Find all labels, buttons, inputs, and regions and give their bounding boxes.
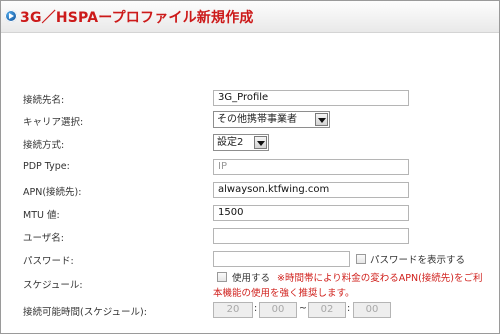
username-label: ユーザ名: bbox=[23, 233, 65, 244]
page-title: 3G／HSPAープロファイル新規作成 bbox=[20, 10, 254, 26]
password-label: パスワード: bbox=[23, 256, 74, 267]
title-arrow-icon bbox=[5, 10, 17, 22]
chevron-down-icon[interactable] bbox=[315, 113, 328, 126]
start-hour-input[interactable]: 20 bbox=[213, 302, 253, 318]
schedule-label: スケジュール: bbox=[23, 280, 83, 291]
username-input[interactable] bbox=[213, 228, 409, 244]
end-min-input[interactable]: 00 bbox=[353, 302, 391, 318]
mtu-label: MTU 値: bbox=[23, 210, 60, 221]
apn-label: APN(接続先): bbox=[23, 187, 82, 198]
pdp-type-input: IP bbox=[213, 159, 409, 175]
chevron-down-icon[interactable] bbox=[254, 136, 267, 149]
start-min-input[interactable]: 00 bbox=[259, 302, 297, 318]
time-colon: : bbox=[254, 303, 258, 314]
schedule-warning-line1: ※時間帯により料金の変わるAPN(接続先)をご利 bbox=[277, 273, 483, 284]
time-colon: : bbox=[347, 303, 351, 314]
carrier-select[interactable]: その他携帯事業者 bbox=[213, 111, 330, 128]
carrier-label: キャリア選択: bbox=[23, 117, 84, 128]
schedule-use-label: 使用する bbox=[232, 273, 271, 284]
connect-method-select[interactable]: 設定2 bbox=[213, 134, 269, 151]
connection-name-input[interactable]: 3G_Profile bbox=[213, 90, 409, 106]
show-password-checkbox[interactable] bbox=[356, 254, 366, 264]
pdp-type-label: PDP Type: bbox=[23, 161, 70, 172]
schedule-use-checkbox[interactable] bbox=[217, 272, 227, 282]
password-input[interactable] bbox=[213, 251, 350, 267]
connect-method-label: 接続方式: bbox=[23, 140, 65, 151]
apn-input[interactable]: alwayson.ktfwing.com bbox=[213, 182, 409, 198]
show-password-label: パスワードを表示する bbox=[370, 255, 466, 266]
connection-name-label: 接続先名: bbox=[23, 95, 65, 106]
carrier-selected-value: その他携帯事業者 bbox=[217, 114, 297, 125]
time-range-tilde: ~ bbox=[299, 303, 307, 314]
schedule-warning-line2: 本機能の使用を強く推奨します。 bbox=[213, 288, 355, 299]
title-bar: 3G／HSPAープロファイル新規作成 bbox=[1, 1, 499, 33]
profile-create-window: 3G／HSPAープロファイル新規作成 接続先名: 3G_Profile キャリア… bbox=[0, 0, 500, 334]
end-hour-input[interactable]: 02 bbox=[308, 302, 346, 318]
connect-method-selected-value: 設定2 bbox=[217, 137, 244, 148]
connect-time-label: 接続可能時間(スケジュール): bbox=[23, 307, 147, 318]
mtu-input[interactable]: 1500 bbox=[213, 205, 409, 221]
